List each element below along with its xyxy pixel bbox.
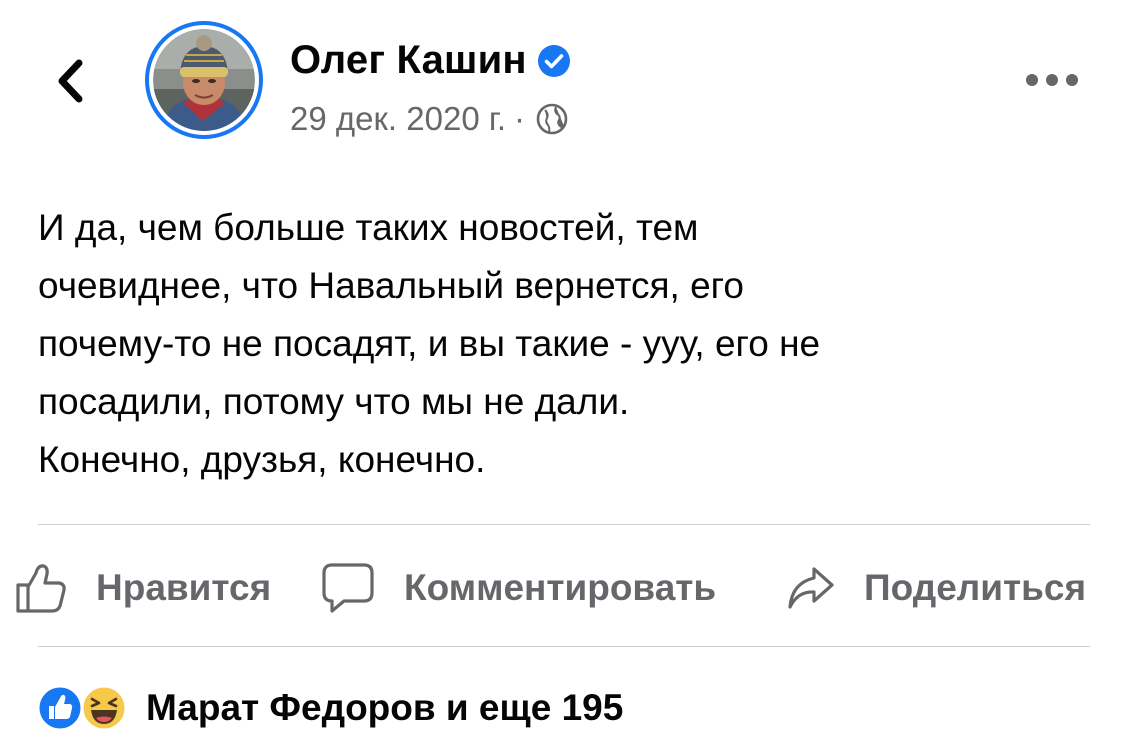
post-text: И да, чем больше таких новостей, тем оче… [38, 207, 821, 480]
verified-badge-icon [537, 44, 570, 77]
more-horizontal-icon [1026, 74, 1078, 86]
reaction-icons [36, 682, 136, 734]
globe-icon[interactable] [535, 102, 569, 136]
post-screen: Олег Кашин 29 дек. 2020 г. · И да, чем б… [0, 0, 1125, 756]
post-date[interactable]: 29 дек. 2020 г. [290, 100, 506, 138]
reactions-summary[interactable]: Марат Федоров и еще 195 [36, 680, 623, 736]
comment-bubble-icon [322, 563, 374, 613]
author-name-row[interactable]: Олег Кашин [290, 38, 571, 83]
share-arrow-icon [788, 567, 834, 609]
like-label: Нравится [96, 567, 272, 608]
back-button[interactable] [48, 56, 92, 106]
chevron-left-icon [58, 59, 83, 103]
like-reaction-icon [36, 684, 84, 732]
avatar-photo [153, 29, 255, 131]
action-bar: Нравится Комментировать Поделиться [0, 556, 1125, 620]
meta-separator: · [514, 100, 526, 137]
share-label: Поделиться [864, 567, 1087, 608]
comment-label: Комментировать [404, 567, 717, 608]
like-button[interactable]: Нравится [14, 556, 271, 620]
divider-bottom [38, 646, 1090, 647]
post-meta: 29 дек. 2020 г. · [290, 100, 569, 138]
divider-top [38, 524, 1090, 525]
share-button[interactable]: Поделиться [786, 556, 1086, 620]
comment-button[interactable]: Комментировать [320, 556, 716, 620]
haha-reaction-icon [80, 684, 128, 732]
author-name[interactable]: Олег Кашин [290, 38, 527, 83]
reactions-count-text: Марат Федоров и еще 195 [146, 687, 624, 728]
more-options-button[interactable] [1022, 64, 1082, 96]
thumbs-up-icon [16, 564, 66, 613]
author-avatar[interactable] [145, 21, 263, 139]
